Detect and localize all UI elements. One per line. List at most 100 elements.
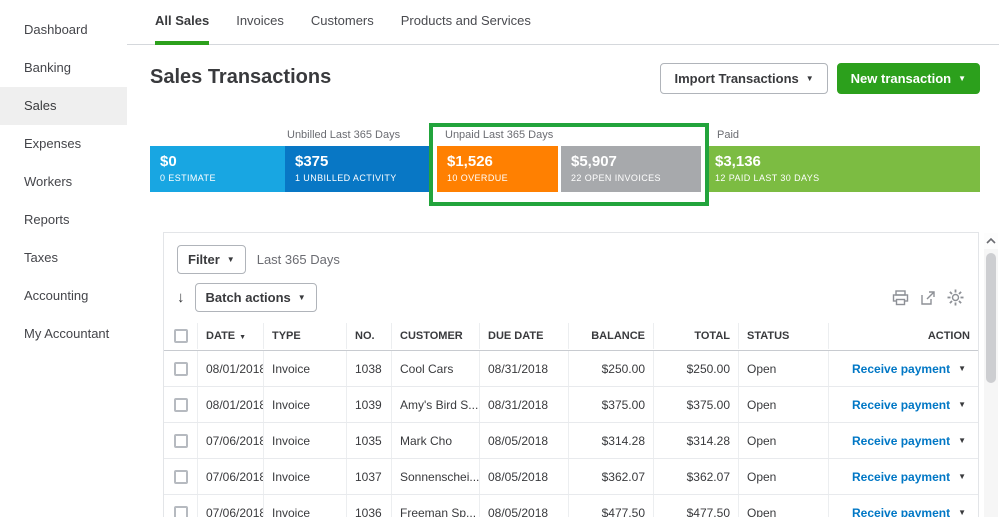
chevron-down-icon: ▼ bbox=[298, 294, 306, 302]
header-balance[interactable]: BALANCE bbox=[568, 323, 653, 349]
cell-total: $375.00 bbox=[653, 387, 738, 422]
header-no[interactable]: NO. bbox=[346, 323, 391, 349]
cell-no: 1035 bbox=[346, 423, 391, 458]
row-checkbox-cell bbox=[164, 362, 197, 376]
sidebar-item-banking[interactable]: Banking bbox=[0, 49, 127, 87]
import-transactions-button[interactable]: Import Transactions ▼ bbox=[660, 63, 827, 94]
row-checkbox[interactable] bbox=[174, 434, 188, 448]
receive-payment-link[interactable]: Receive payment bbox=[852, 434, 950, 448]
sidebar-item-expenses[interactable]: Expenses bbox=[0, 125, 127, 163]
chevron-down-icon[interactable]: ▼ bbox=[958, 365, 966, 373]
cell-due-date: 08/05/2018 bbox=[479, 459, 568, 494]
segment-estimates[interactable]: $0 0 ESTIMATE bbox=[150, 146, 285, 192]
download-arrow-icon[interactable]: ↓ bbox=[177, 289, 185, 306]
cell-action: Receive payment ▼ bbox=[828, 423, 978, 458]
sidebar-item-my-accountant[interactable]: My Accountant bbox=[0, 315, 127, 353]
cell-balance: $362.07 bbox=[568, 459, 653, 494]
header-status[interactable]: STATUS bbox=[738, 323, 828, 349]
filter-label: Filter bbox=[188, 252, 220, 267]
segment-open-invoices[interactable]: $5,907 22 OPEN INVOICES bbox=[561, 146, 701, 192]
tab-products-services[interactable]: Products and Services bbox=[401, 0, 531, 45]
cell-no: 1037 bbox=[346, 459, 391, 494]
receive-payment-link[interactable]: Receive payment bbox=[852, 470, 950, 484]
sidebar-item-accounting[interactable]: Accounting bbox=[0, 277, 127, 315]
segment-caption: 22 OPEN INVOICES bbox=[571, 173, 701, 183]
header-total[interactable]: TOTAL bbox=[653, 323, 738, 349]
new-transaction-button[interactable]: New transaction ▼ bbox=[837, 63, 980, 94]
chevron-down-icon[interactable]: ▼ bbox=[958, 437, 966, 445]
receive-payment-link[interactable]: Receive payment bbox=[852, 506, 950, 517]
scroll-up-icon[interactable] bbox=[984, 233, 998, 249]
chevron-down-icon[interactable]: ▼ bbox=[958, 401, 966, 409]
cell-action: Receive payment ▼ bbox=[828, 387, 978, 422]
cell-customer: Amy's Bird S... bbox=[391, 387, 479, 422]
vertical-scrollbar[interactable] bbox=[984, 233, 998, 517]
row-checkbox[interactable] bbox=[174, 506, 188, 517]
tab-all-sales[interactable]: All Sales bbox=[155, 0, 209, 45]
filter-button[interactable]: Filter ▼ bbox=[177, 245, 246, 274]
cell-customer: Freeman Sp... bbox=[391, 495, 479, 517]
batch-actions-button[interactable]: Batch actions ▼ bbox=[195, 283, 317, 312]
chevron-down-icon[interactable]: ▼ bbox=[958, 473, 966, 481]
header-due-date[interactable]: DUE DATE bbox=[479, 323, 568, 349]
header-date[interactable]: DATE▼ bbox=[197, 323, 263, 349]
header-type[interactable]: TYPE bbox=[263, 323, 346, 349]
row-checkbox-cell bbox=[164, 506, 197, 517]
row-checkbox[interactable] bbox=[174, 470, 188, 484]
date-range-text: Last 365 Days bbox=[257, 252, 340, 267]
segment-overdue[interactable]: $1,526 10 OVERDUE bbox=[437, 146, 558, 192]
cell-status: Open bbox=[738, 387, 828, 422]
sidebar-item-sales[interactable]: Sales bbox=[0, 87, 127, 125]
cell-action: Receive payment ▼ bbox=[828, 495, 978, 517]
filter-row: Filter ▼ Last 365 Days bbox=[164, 233, 978, 274]
main-content: All Sales Invoices Customers Products an… bbox=[127, 0, 999, 517]
cell-type: Invoice bbox=[263, 423, 346, 458]
chevron-down-icon: ▼ bbox=[227, 256, 235, 264]
header-date-label: DATE bbox=[206, 330, 235, 342]
segment-amount: $375 bbox=[295, 153, 433, 170]
header-customer[interactable]: CUSTOMER bbox=[391, 323, 479, 349]
page-header: Sales Transactions Import Transactions ▼… bbox=[127, 45, 999, 110]
import-transactions-label: Import Transactions bbox=[674, 71, 798, 86]
row-checkbox[interactable] bbox=[174, 398, 188, 412]
select-all-checkbox[interactable] bbox=[174, 329, 188, 343]
row-checkbox-cell bbox=[164, 434, 197, 448]
row-checkbox-cell bbox=[164, 470, 197, 484]
sidebar-item-taxes[interactable]: Taxes bbox=[0, 239, 127, 277]
export-icon[interactable] bbox=[920, 290, 936, 306]
cell-date: 08/01/2018 bbox=[197, 351, 263, 386]
segment-paid[interactable]: $3,136 12 PAID LAST 30 DAYS bbox=[705, 146, 980, 192]
receive-payment-link[interactable]: Receive payment bbox=[852, 398, 950, 412]
row-checkbox[interactable] bbox=[174, 362, 188, 376]
tab-customers[interactable]: Customers bbox=[311, 0, 374, 45]
segment-caption: 10 OVERDUE bbox=[447, 173, 558, 183]
segment-unbilled-activity[interactable]: $375 1 UNBILLED ACTIVITY bbox=[285, 146, 433, 192]
printer-icon[interactable] bbox=[892, 290, 909, 306]
cell-no: 1039 bbox=[346, 387, 391, 422]
cell-total: $250.00 bbox=[653, 351, 738, 386]
tab-invoices[interactable]: Invoices bbox=[236, 0, 284, 45]
cell-status: Open bbox=[738, 459, 828, 494]
cell-balance: $314.28 bbox=[568, 423, 653, 458]
sidebar-item-dashboard[interactable]: Dashboard bbox=[0, 11, 127, 49]
header-buttons: Import Transactions ▼ New transaction ▼ bbox=[660, 63, 980, 94]
sales-tabs: All Sales Invoices Customers Products an… bbox=[127, 0, 999, 45]
cell-balance: $477.50 bbox=[568, 495, 653, 517]
chevron-down-icon[interactable]: ▼ bbox=[958, 509, 966, 517]
batch-actions-row: ↓ Batch actions ▼ bbox=[164, 274, 978, 312]
receive-payment-link[interactable]: Receive payment bbox=[852, 362, 950, 376]
cell-balance: $375.00 bbox=[568, 387, 653, 422]
sidebar-item-reports[interactable]: Reports bbox=[0, 201, 127, 239]
money-bar: Unbilled Last 365 Days Unpaid Last 365 D… bbox=[150, 123, 980, 209]
cell-action: Receive payment ▼ bbox=[828, 459, 978, 494]
sidebar-item-workers[interactable]: Workers bbox=[0, 163, 127, 201]
header-action: ACTION bbox=[828, 323, 978, 349]
cell-total: $477.50 bbox=[653, 495, 738, 517]
scrollbar-thumb[interactable] bbox=[986, 253, 996, 383]
cell-date: 08/01/2018 bbox=[197, 387, 263, 422]
segment-amount: $0 bbox=[160, 153, 285, 170]
row-checkbox-cell bbox=[164, 398, 197, 412]
gear-icon[interactable] bbox=[947, 289, 964, 306]
table-header-row: DATE▼ TYPE NO. CUSTOMER DUE DATE BALANCE… bbox=[164, 322, 978, 351]
cell-date: 07/06/2018 bbox=[197, 459, 263, 494]
